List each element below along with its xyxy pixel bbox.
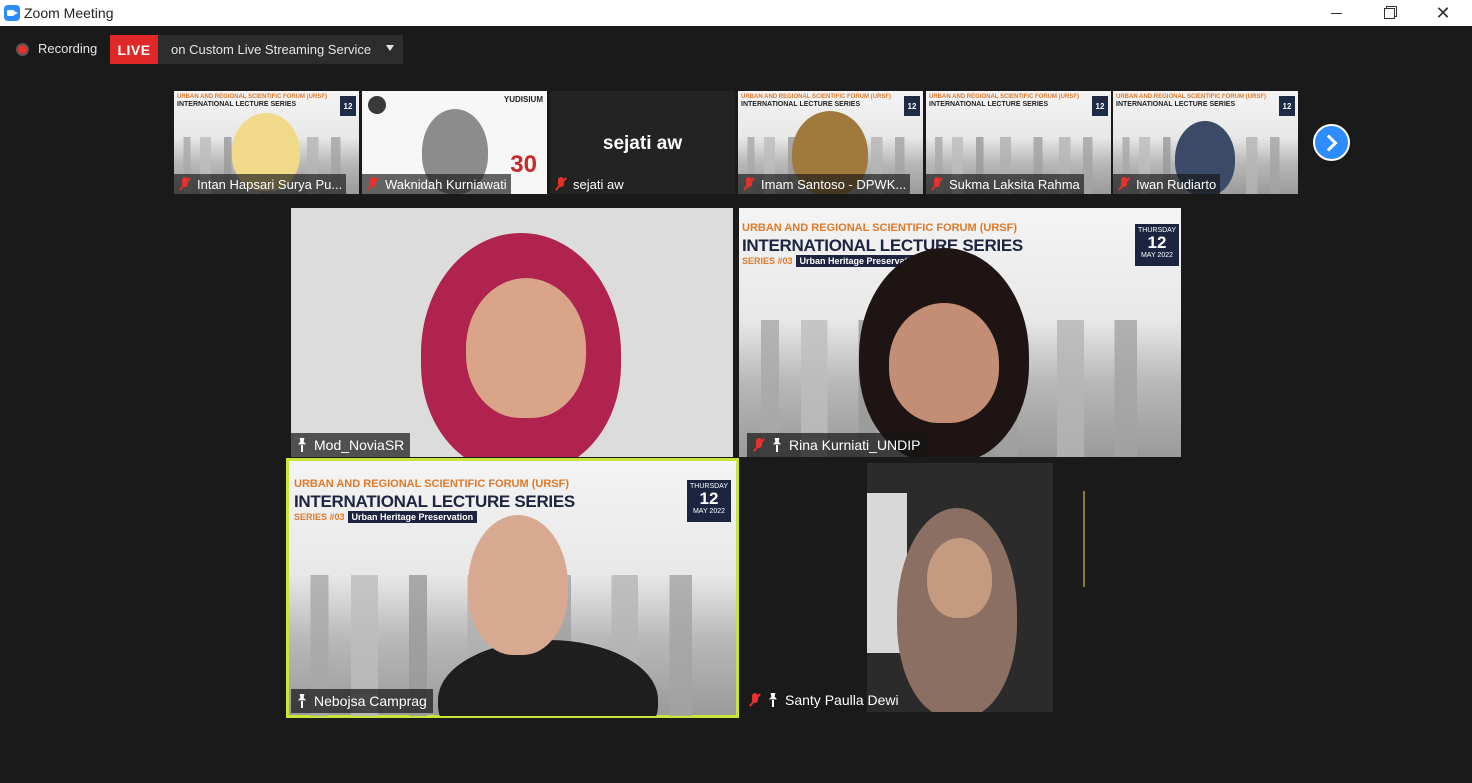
participant-thumbnail[interactable]: URBAN AND REGIONAL SCIENTIFIC FORUM (URS… xyxy=(174,91,359,194)
mic-muted-icon xyxy=(366,177,380,191)
slide-date: 12 xyxy=(904,96,920,116)
participant-display-name: sejati aw xyxy=(602,133,683,154)
slide-forum: URBAN AND REGIONAL SCIENTIFIC FORUM (URS… xyxy=(742,222,1017,234)
minimize-button[interactable] xyxy=(1313,0,1359,26)
restore-button[interactable] xyxy=(1366,0,1412,26)
slide-date: 12 xyxy=(340,96,356,116)
zoom-app-icon xyxy=(4,5,20,21)
live-stream-dropdown[interactable]: on Custom Live Streaming Service xyxy=(158,35,403,64)
video-tile[interactable]: Mod_NoviaSR xyxy=(291,208,733,457)
slide-date: 12 xyxy=(1279,96,1295,116)
participant-name-tag: Iwan Rudiarto xyxy=(1113,174,1221,194)
slide-date: THURSDAY 12 MAY 2022 xyxy=(1135,224,1179,266)
mic-muted-icon xyxy=(752,438,766,452)
participant-name-tag: sejati aw xyxy=(550,174,628,194)
slide-title: URBAN AND REGIONAL SCIENTIFIC FORUM (URS… xyxy=(1116,94,1266,108)
close-button[interactable]: ✕ xyxy=(1420,0,1466,26)
slide-title: INTERNATIONAL LECTURE SERIES xyxy=(742,236,1023,255)
participant-name-tag: Santy Paulla Dewi xyxy=(743,688,905,712)
participant-name-tag: Mod_NoviaSR xyxy=(291,433,411,457)
mic-muted-icon xyxy=(178,177,192,191)
mic-muted-icon xyxy=(742,177,756,191)
participant-name-tag: Nebojsa Camprag xyxy=(291,689,433,713)
pin-icon xyxy=(767,693,779,707)
participant-video xyxy=(867,463,1053,712)
participant-face xyxy=(466,278,586,418)
slide-series: SERIES #03 Urban Heritage Preservation xyxy=(294,511,478,523)
slide-forum: URBAN AND REGIONAL SCIENTIFIC FORUM (URS… xyxy=(294,478,569,490)
slide-date: 12 xyxy=(1092,96,1108,116)
participant-name-tag: Rina Kurniati_UNDIP xyxy=(747,433,927,457)
mic-muted-icon xyxy=(554,177,568,191)
participant-name-tag: Sukma Laksita Rahma xyxy=(926,174,1084,194)
participant-thumbnail[interactable]: YUDISIUM 30 Waknidah Kurniawati xyxy=(362,91,547,194)
recording-label: Recording xyxy=(38,41,98,56)
slide-title: URBAN AND REGIONAL SCIENTIFIC FORUM (URS… xyxy=(177,94,327,108)
participant-name-tag: Intan Hapsari Surya Pu... xyxy=(174,174,347,194)
participant-name-tag: Waknidah Kurniawati xyxy=(362,174,511,194)
participant-video xyxy=(468,515,568,655)
participant-face xyxy=(889,303,999,423)
stream-target-label: on Custom Live Streaming Service xyxy=(171,42,372,57)
participant-thumbnail[interactable]: URBAN AND REGIONAL SCIENTIFIC FORUM (URS… xyxy=(926,91,1111,194)
chevron-down-icon xyxy=(386,45,394,51)
video-tile[interactable]: URBAN AND REGIONAL SCIENTIFIC FORUM (URS… xyxy=(739,208,1181,457)
participant-thumbnail[interactable]: sejati aw sejati aw xyxy=(550,91,735,194)
next-page-button[interactable] xyxy=(1313,124,1350,161)
participant-thumbnail[interactable]: URBAN AND REGIONAL SCIENTIFIC FORUM (URS… xyxy=(1113,91,1298,194)
participant-face xyxy=(927,538,992,618)
pin-icon xyxy=(296,694,308,708)
pin-icon xyxy=(296,438,308,452)
anniversary-logo: 30 xyxy=(510,151,537,178)
window-titlebar: Zoom Meeting ✕ xyxy=(0,0,1472,26)
recording-icon xyxy=(16,43,29,56)
slide-title: URBAN AND REGIONAL SCIENTIFIC FORUM (URS… xyxy=(929,94,1079,108)
participant-thumbnail[interactable]: URBAN AND REGIONAL SCIENTIFIC FORUM (URS… xyxy=(738,91,923,194)
video-tile[interactable]: Santy Paulla Dewi xyxy=(739,463,1181,712)
university-logo xyxy=(368,96,386,114)
slide-label: YUDISIUM xyxy=(503,95,543,104)
mic-muted-icon xyxy=(748,693,762,707)
divider xyxy=(1083,491,1085,587)
video-tile-active-speaker[interactable]: URBAN AND REGIONAL SCIENTIFIC FORUM (URS… xyxy=(286,458,739,718)
slide-title: INTERNATIONAL LECTURE SERIES xyxy=(294,492,575,511)
participant-name-tag: Imam Santoso - DPWK... xyxy=(738,174,911,194)
mic-muted-icon xyxy=(1117,177,1131,191)
live-badge: LIVE xyxy=(110,35,158,64)
mic-muted-icon xyxy=(930,177,944,191)
window-title: Zoom Meeting xyxy=(24,5,114,21)
slide-title: URBAN AND REGIONAL SCIENTIFIC FORUM (URS… xyxy=(741,94,891,108)
slide-date: THURSDAY 12 MAY 2022 xyxy=(687,480,731,522)
pin-icon xyxy=(771,438,783,452)
